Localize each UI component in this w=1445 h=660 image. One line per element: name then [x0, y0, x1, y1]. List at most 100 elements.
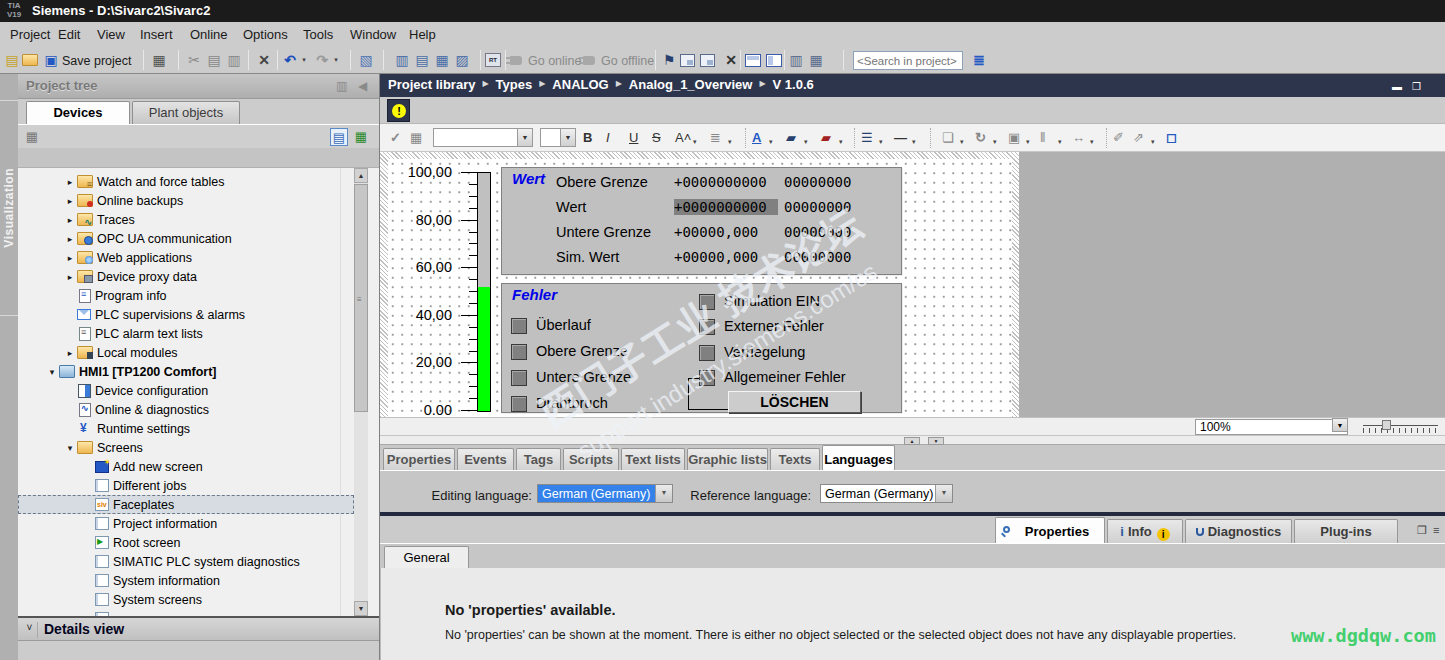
open-project-icon[interactable]: [22, 54, 38, 66]
dropdown-icon[interactable]: ▾: [839, 133, 843, 151]
tree-item-opc-ua-communication[interactable]: ▸OPC UA communication: [18, 229, 354, 248]
library-view-icon[interactable]: ≣: [970, 51, 988, 69]
reference-language-dropdown-icon[interactable]: ▼: [935, 485, 952, 502]
editing-language-dropdown-icon[interactable]: ▼: [655, 485, 672, 502]
checkbox-externer-fehler[interactable]: [699, 319, 715, 335]
dropdown-icon[interactable]: ▾: [299, 56, 309, 64]
tab-plant-objects[interactable]: Plant objects: [132, 101, 240, 124]
wert-value-field[interactable]: +00000,000: [674, 224, 778, 240]
inspector-tab-plug-ins[interactable]: Plug-ins: [1294, 519, 1398, 543]
inspector-restore-icon[interactable]: ❐: [1417, 524, 1427, 537]
inspector-tab-info[interactable]: iInfoi: [1107, 519, 1183, 543]
zoom-combo-dropdown-icon[interactable]: ▼: [1332, 418, 1348, 432]
undo-icon[interactable]: ↶: [281, 51, 299, 69]
tab-graphic-lists[interactable]: Graphic lists: [687, 448, 768, 470]
maximize-editor-icon[interactable]: ❐: [1412, 81, 1421, 92]
save-project-button[interactable]: Save project: [62, 54, 131, 68]
tab-texts[interactable]: Texts: [770, 448, 820, 470]
dropdown-icon[interactable]: ▾: [960, 133, 964, 151]
tab-text-lists[interactable]: Text lists: [621, 448, 685, 470]
scroll-down-icon[interactable]: ▼: [354, 601, 368, 616]
wert-value-field[interactable]: +0000000000: [674, 174, 778, 190]
cancel-online-icon[interactable]: ✕: [722, 51, 740, 69]
split-view-icon[interactable]: ▥: [336, 79, 347, 93]
wert-value2-field[interactable]: 00000000: [784, 249, 851, 265]
checkbox-untere-grenze[interactable]: [511, 370, 527, 386]
go-offline-button[interactable]: Go offline: [601, 54, 654, 68]
visualization-side-strip[interactable]: Visualization: [0, 74, 18, 660]
loeschen-button[interactable]: LÖSCHEN: [728, 391, 861, 413]
split-horizontal-icon[interactable]: [745, 54, 761, 67]
italic-icon[interactable]: I: [606, 129, 610, 147]
tab-properties[interactable]: Properties: [383, 448, 455, 470]
tree-item-plc-supervisions-alarms[interactable]: PLC supervisions & alarms: [18, 305, 354, 324]
tree-item-web-applications[interactable]: ▸Web applications: [18, 248, 354, 267]
tree-item-device-configuration[interactable]: Device configuration: [18, 381, 354, 400]
align-icon[interactable]: ≣: [710, 129, 721, 147]
go-offline-plug-icon[interactable]: ⌁: [583, 56, 595, 65]
menu-window[interactable]: Window: [350, 27, 396, 42]
tab-scripts[interactable]: Scripts: [563, 448, 619, 470]
dropdown-icon[interactable]: ▾: [804, 133, 808, 151]
download-to-device-icon[interactable]: ▥: [393, 51, 411, 69]
cross-reference-icon[interactable]: ▥: [787, 51, 805, 69]
tree-item-different-jobs[interactable]: Different jobs: [18, 476, 354, 495]
align-objects-icon[interactable]: ▣: [1008, 129, 1020, 147]
warning-tile[interactable]: !: [387, 99, 410, 122]
expand-icon[interactable]: ▸: [63, 177, 77, 187]
redo-icon[interactable]: ↷: [313, 51, 331, 69]
tab-general[interactable]: General: [384, 546, 469, 569]
breadcrumb-v-1-0-6[interactable]: V 1.0.6: [773, 77, 814, 92]
add-device-icon[interactable]: ▦: [23, 128, 41, 146]
go-online-button[interactable]: Go online: [528, 54, 582, 68]
apply-check-icon[interactable]: ✓: [390, 129, 401, 147]
minimize-editor-icon[interactable]: ▬: [1392, 81, 1402, 92]
sort-refresh-icon[interactable]: ▦: [352, 128, 370, 146]
arrange-icon[interactable]: ❏: [942, 129, 954, 147]
tree-item-program-info[interactable]: Program info: [18, 286, 354, 305]
checkbox-obere-grenze[interactable]: [511, 344, 527, 360]
tree-item-screens[interactable]: ▾Screens: [18, 438, 354, 457]
expand-icon[interactable]: ▸: [63, 196, 77, 206]
horizontal-scrollbar[interactable]: ▲ ▼: [380, 435, 1445, 445]
inspector-menu-icon[interactable]: ≡: [1433, 524, 1439, 536]
start-cpu-icon[interactable]: [680, 54, 695, 67]
menu-edit[interactable]: Edit: [58, 27, 80, 42]
collapse-panel-icon[interactable]: ◀: [358, 79, 367, 93]
tab-tags[interactable]: Tags: [516, 448, 561, 470]
menu-online[interactable]: Online: [190, 27, 228, 42]
tab-languages[interactable]: Languages: [822, 445, 895, 470]
tree-item-simatic-plc-system-diagnostics[interactable]: SIMATIC PLC system diagnostics: [18, 552, 354, 571]
tree-item-plc-alarm-text-lists[interactable]: PLC alarm text lists: [18, 324, 354, 343]
zoom-level-combo[interactable]: 100%: [1195, 419, 1348, 435]
wert-value2-field[interactable]: 00000000: [784, 174, 851, 190]
tree-item-faceplates[interactable]: Faceplates: [18, 495, 354, 514]
expand-icon[interactable]: ▸: [63, 272, 77, 282]
strikethrough-icon[interactable]: S: [652, 129, 661, 147]
project-tree-scrollbar[interactable]: ▲ ≡ ▼: [354, 168, 368, 616]
dropdown-icon[interactable]: ▾: [1058, 133, 1062, 151]
scrollbar-thumb[interactable]: ≡: [354, 184, 368, 412]
font-color-icon[interactable]: A: [752, 129, 761, 147]
breadcrumb-analog-1-overview[interactable]: Analog_1_Overview: [629, 77, 753, 92]
tree-item-root-screen[interactable]: Root screen: [18, 533, 354, 552]
tree-item-watch-and-force-tables[interactable]: ▸Watch and force tables: [18, 172, 354, 191]
dropdown-icon[interactable]: ▾: [1151, 133, 1155, 151]
stop-cpu-icon[interactable]: [700, 54, 715, 67]
menu-project[interactable]: Project: [10, 27, 50, 42]
tree-item-add-new-screen[interactable]: Add new screen: [18, 457, 354, 476]
expand-icon[interactable]: ▸: [63, 215, 77, 225]
scroll-up-icon[interactable]: ▲: [354, 168, 368, 183]
dropdown-icon[interactable]: ▾: [769, 133, 773, 151]
tree-item-partial[interactable]: [18, 609, 354, 616]
zoom-slider[interactable]: [1363, 425, 1438, 426]
save-icon[interactable]: ▣: [42, 51, 60, 69]
collapse-icon[interactable]: ▾: [45, 367, 59, 377]
wert-value2-field[interactable]: 00000000: [784, 199, 851, 215]
expand-icon[interactable]: ▸: [63, 234, 77, 244]
distribute-icon[interactable]: ⫴: [1040, 129, 1045, 147]
dropdown-icon[interactable]: ▾: [879, 133, 883, 151]
checkbox--berlauf[interactable]: [511, 318, 527, 334]
insert-window-icon[interactable]: ▧: [357, 51, 375, 69]
font-size-icon[interactable]: A˄: [675, 129, 691, 147]
